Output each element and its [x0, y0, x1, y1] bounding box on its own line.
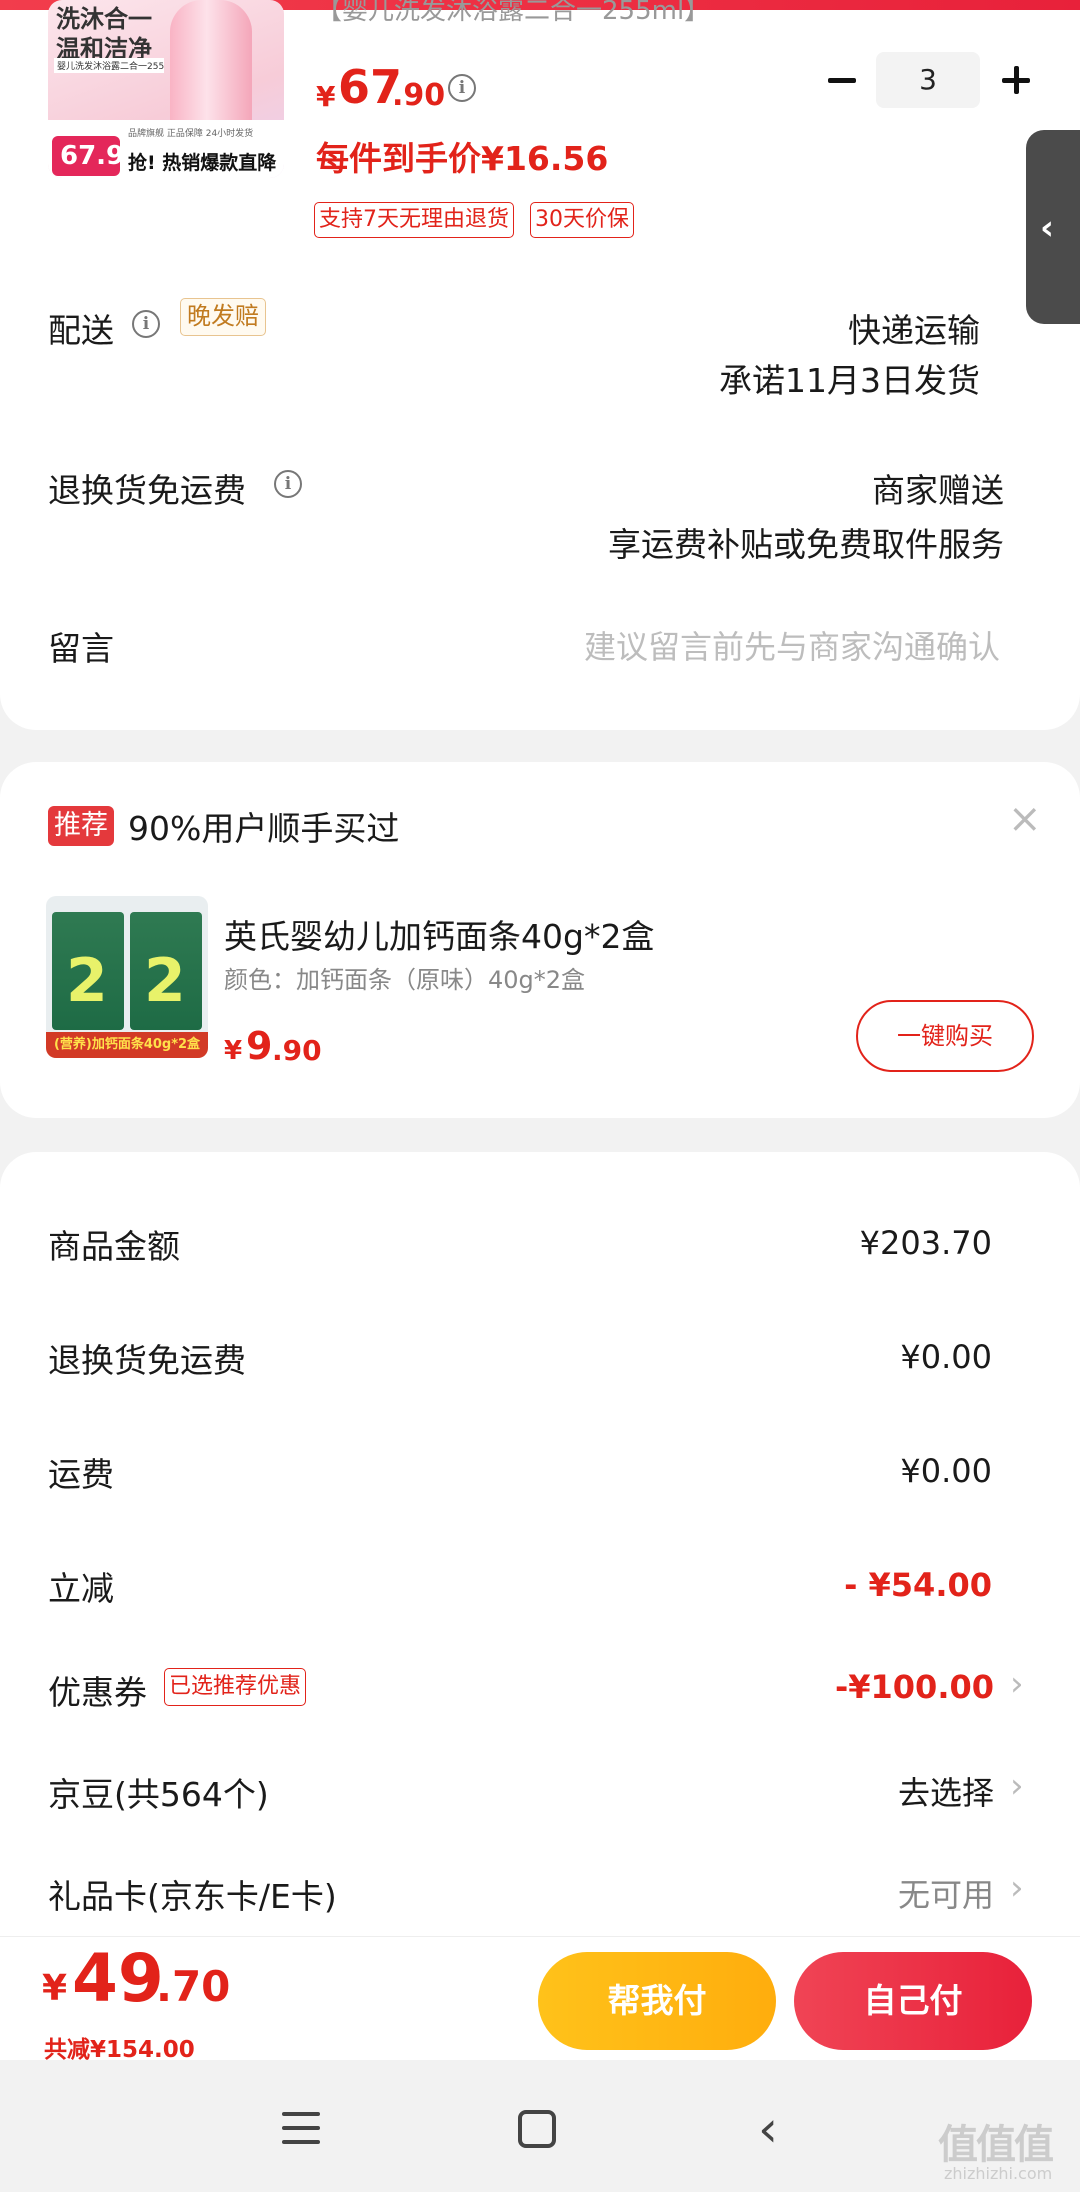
goods-amount-label: 商品金额 — [48, 1227, 180, 1266]
close-icon[interactable]: × — [1008, 796, 1042, 842]
product-image[interactable]: 洗沐合一 温和洁净 婴儿洗发沐浴露二合一255ml 品牌旗舰 正品保障 24小时发… — [48, 0, 284, 178]
unit-price: 每件到手价¥16.56 — [316, 139, 609, 178]
return-shipping-desc: 享运费补贴或免费取件服务 — [608, 525, 1004, 564]
discount-label: 立减 — [48, 1569, 114, 1608]
return-shipping-value: 商家赠送 — [872, 471, 1004, 510]
price-info-icon[interactable]: i — [448, 74, 476, 102]
gift-card-label: 礼品卡(京东卡/E卡) — [48, 1877, 337, 1916]
side-collapse-tab[interactable]: ‹ — [1026, 130, 1080, 324]
noodle-box-illustration: 2 — [52, 912, 124, 1030]
product-title[interactable]: 【婴儿洗发沐浴露二合一255ml】 — [316, 0, 710, 22]
recommend-product-name[interactable]: 英氏婴幼儿加钙面条40g*2盒 — [224, 910, 654, 958]
help-me-pay-button[interactable]: 帮我付 — [538, 1952, 776, 2050]
return-shipping-label: 退换货免运费 — [48, 471, 246, 510]
jd-bean-value[interactable]: 去选择 — [898, 1768, 994, 1814]
recommend-badge: 推荐 — [48, 806, 114, 846]
noodle-box-illustration: 2 — [130, 912, 202, 1030]
return-fee-value: ¥0.00 — [900, 1338, 992, 1376]
image-headline-1: 洗沐合一 — [56, 5, 152, 33]
freight-value: ¥0.00 — [900, 1452, 992, 1490]
return-shipping-info-icon[interactable]: i — [274, 470, 302, 498]
image-subtitle: 婴儿洗发沐浴露二合一255ml — [54, 58, 164, 73]
recommend-product-image[interactable]: 2 2 (营养)加钙面条40g*2盒 — [46, 896, 208, 1058]
price-currency: ¥ — [316, 80, 336, 113]
jd-bean-label: 京豆(共564个) — [48, 1775, 269, 1814]
recommend-title: 90%用户顺手买过 — [128, 809, 400, 848]
price-summary-card — [0, 1152, 1080, 1942]
recommend-price-integer: 9 — [246, 1024, 273, 1068]
one-click-buy-button[interactable]: 一键购买 — [856, 1000, 1034, 1072]
recommend-price-currency: ¥ — [224, 1036, 243, 1066]
message-label: 留言 — [48, 629, 114, 668]
price-protect-tag: 30天价保 — [530, 202, 634, 238]
recommend-image-strip: (营养)加钙面条40g*2盒 — [46, 1032, 208, 1058]
late-compensation-badge: 晚发赔 — [180, 298, 266, 336]
chevron-right-icon[interactable]: › — [1010, 1868, 1024, 1908]
price-decimal: .90 — [392, 78, 446, 113]
return-fee-label: 退换货免运费 — [48, 1341, 246, 1380]
delivery-method[interactable]: 快递运输 — [848, 304, 980, 352]
recommend-product-spec: 颜色：加钙面条（原味）40g*2盒 — [224, 966, 586, 994]
pay-myself-button[interactable]: 自己付 — [794, 1952, 1032, 2050]
image-tags: 品牌旗舰 正品保障 24小时发货 — [128, 129, 254, 139]
chevron-right-icon[interactable]: › — [1010, 1664, 1024, 1704]
goods-amount-value: ¥203.70 — [859, 1224, 992, 1262]
discount-value: - ¥54.00 — [844, 1566, 992, 1604]
quantity-input[interactable]: 3 — [876, 52, 980, 108]
total-currency: ¥ — [42, 1968, 68, 2009]
freight-label: 运费 — [48, 1455, 114, 1494]
total-integer: 49 — [72, 1940, 164, 2017]
chevron-left-icon: ‹ — [1040, 208, 1055, 248]
watermark-url: zhizhizhi.com — [944, 2164, 1053, 2183]
delivery-promise: 承诺11月3日发货 — [719, 361, 980, 400]
total-decimal: .70 — [156, 1962, 231, 2011]
image-price-badge: 67.9 — [52, 136, 124, 176]
recommend-price-decimal: .90 — [272, 1034, 322, 1067]
image-hot-text: 抢! 热销爆款直降 — [128, 152, 277, 174]
quantity-minus-button[interactable] — [822, 60, 862, 100]
back-icon[interactable]: ‹ — [758, 2100, 778, 2158]
quantity-plus-button[interactable] — [996, 60, 1036, 100]
recent-apps-icon[interactable] — [282, 2112, 320, 2144]
delivery-label: 配送 — [48, 311, 114, 350]
coupon-value[interactable]: -¥100.00 — [835, 1668, 994, 1706]
message-input[interactable]: 建议留言前先与商家沟通确认 — [584, 622, 1000, 668]
return-policy-tag: 支持7天无理由退货 — [314, 202, 514, 238]
delivery-info-icon[interactable]: i — [132, 310, 160, 338]
coupon-label: 优惠券 — [48, 1673, 147, 1712]
gift-card-value[interactable]: 无可用 — [898, 1870, 994, 1916]
watermark-logo: 值值值 — [938, 2122, 1054, 2168]
home-icon[interactable] — [518, 2110, 556, 2148]
total-saved[interactable]: 共减¥154.00 — [44, 2030, 195, 2064]
coupon-selected-tag: 已选推荐优惠 — [164, 1668, 307, 1706]
chevron-right-icon[interactable]: › — [1010, 1766, 1024, 1806]
